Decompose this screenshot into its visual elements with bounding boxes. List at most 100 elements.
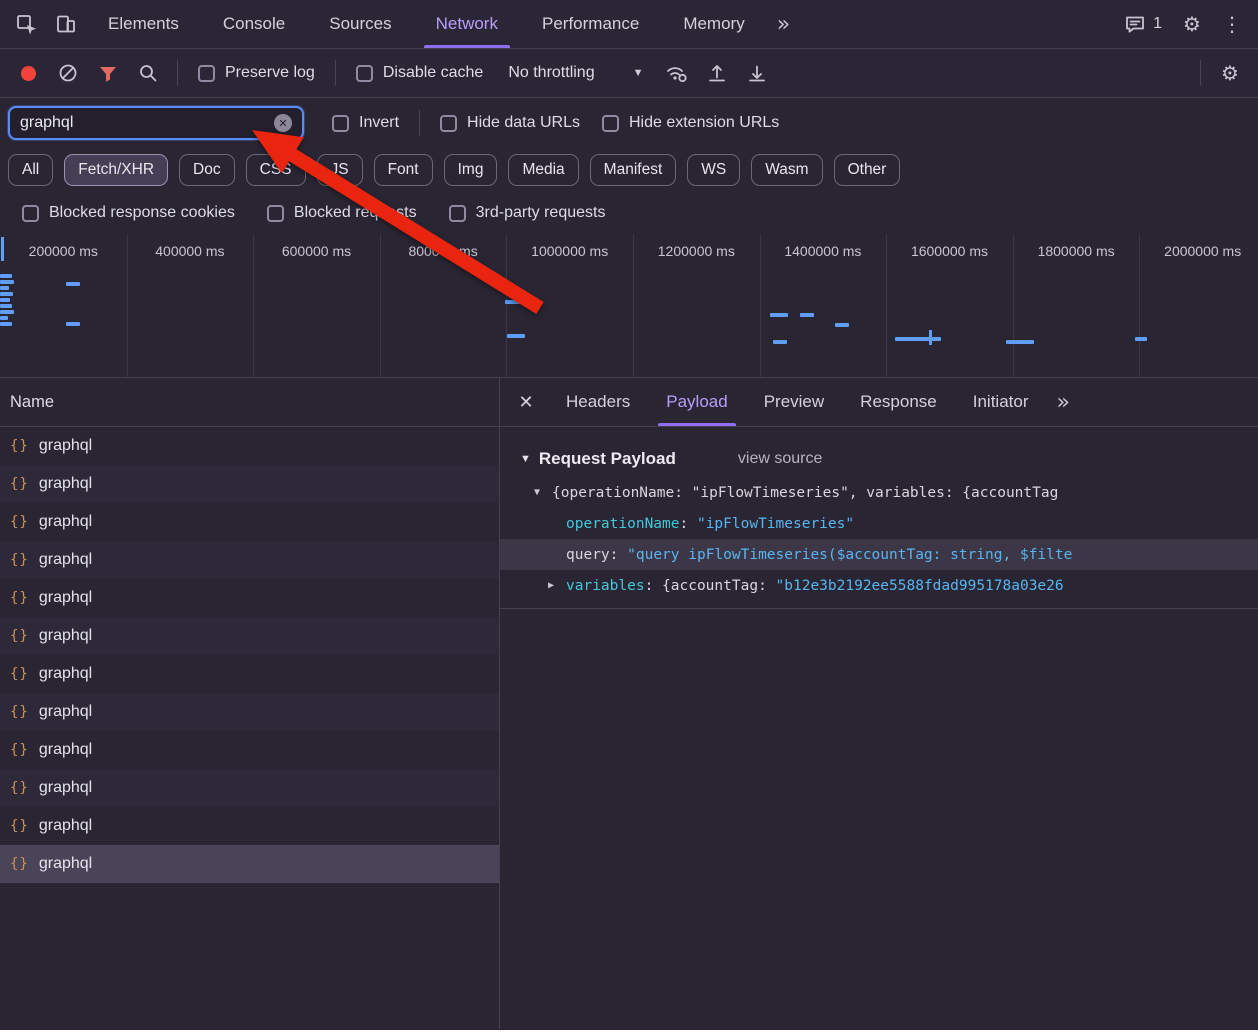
filter-chip-font[interactable]: Font bbox=[373, 154, 433, 186]
inspect-cursor-icon bbox=[17, 15, 36, 35]
detail-tab-initiator[interactable]: Initiator bbox=[955, 378, 1047, 426]
waterfall-bar[interactable] bbox=[835, 323, 849, 327]
waterfall-bar[interactable] bbox=[770, 313, 788, 317]
filter-chip-img[interactable]: Img bbox=[443, 154, 498, 186]
network-settings-gear-icon[interactable]: ⚙ bbox=[1210, 53, 1250, 93]
clear-filter-icon[interactable]: ✕ bbox=[274, 114, 292, 132]
filter-chip-ws[interactable]: WS bbox=[687, 154, 741, 186]
hide-data-urls-checkbox[interactable] bbox=[440, 114, 458, 132]
request-row[interactable]: {} graphql bbox=[0, 503, 499, 541]
tab-console[interactable]: Console bbox=[201, 0, 307, 48]
search-button[interactable] bbox=[128, 53, 168, 93]
fetch-xhr-icon: {} bbox=[10, 780, 29, 796]
request-row[interactable]: {} graphql bbox=[0, 807, 499, 845]
waterfall-bar[interactable] bbox=[1135, 337, 1147, 341]
waterfall-bar[interactable] bbox=[895, 337, 941, 341]
request-row[interactable]: {} graphql bbox=[0, 731, 499, 769]
more-detail-tabs-icon[interactable]: » bbox=[1046, 390, 1079, 415]
preserve-log-checkbox[interactable] bbox=[198, 64, 215, 82]
disable-cache-checkbox[interactable] bbox=[355, 64, 373, 82]
detail-tab-response[interactable]: Response bbox=[842, 378, 955, 426]
network-conditions-button[interactable] bbox=[657, 53, 697, 93]
tab-performance[interactable]: Performance bbox=[520, 0, 661, 48]
clear-button[interactable] bbox=[48, 53, 88, 93]
device-toolbar-button[interactable] bbox=[46, 4, 86, 44]
kebab-menu-icon[interactable]: ⋮ bbox=[1212, 4, 1252, 44]
network-overview-timeline[interactable]: 200000 ms 400000 ms 600000 ms 800000 ms 1000… bbox=[0, 234, 1258, 378]
request-row[interactable]: {} graphql bbox=[0, 579, 499, 617]
waterfall-bar[interactable] bbox=[773, 340, 787, 344]
name-column-header[interactable]: Name bbox=[0, 378, 499, 427]
inspect-element-button[interactable] bbox=[6, 4, 46, 44]
filter-toggle-button[interactable] bbox=[88, 53, 128, 93]
expander-icon[interactable]: ▼ bbox=[534, 487, 552, 498]
fetch-xhr-icon: {} bbox=[10, 552, 29, 568]
filter-input[interactable]: graphql ✕ bbox=[8, 106, 304, 140]
devtools-tabbar: Elements Console Sources Network Performance… bbox=[0, 0, 1258, 49]
waterfall-bar[interactable] bbox=[0, 310, 14, 314]
tab-memory[interactable]: Memory bbox=[661, 0, 766, 48]
waterfall-bar[interactable] bbox=[507, 334, 525, 338]
request-name: graphql bbox=[38, 817, 93, 834]
waterfall-bar[interactable] bbox=[1006, 340, 1034, 344]
waterfall-bar[interactable] bbox=[0, 280, 14, 284]
tab-sources[interactable]: Sources bbox=[307, 0, 413, 48]
waterfall-bar[interactable] bbox=[0, 274, 12, 278]
tab-network[interactable]: Network bbox=[414, 0, 520, 48]
waterfall-bar[interactable] bbox=[800, 313, 814, 317]
detail-tab-payload[interactable]: Payload bbox=[648, 378, 745, 426]
request-row[interactable]: {} graphql bbox=[0, 655, 499, 693]
request-row[interactable]: {} graphql bbox=[0, 693, 499, 731]
detail-tab-preview[interactable]: Preview bbox=[746, 378, 842, 426]
third-party-checkbox[interactable] bbox=[448, 204, 466, 222]
waterfall-bar[interactable] bbox=[0, 316, 8, 320]
filter-chip-css[interactable]: CSS bbox=[245, 154, 306, 186]
expander-icon[interactable]: ▶ bbox=[548, 580, 566, 591]
filter-chip-media[interactable]: Media bbox=[508, 154, 579, 186]
upload-icon bbox=[709, 65, 726, 82]
request-row[interactable]: {} graphql bbox=[0, 427, 499, 465]
filter-chip-wasm[interactable]: Wasm bbox=[751, 154, 823, 186]
close-details-icon[interactable]: ✕ bbox=[504, 392, 548, 413]
filter-chip-doc[interactable]: Doc bbox=[179, 154, 235, 186]
waterfall-bar[interactable] bbox=[66, 322, 80, 326]
collapse-triangle-icon[interactable]: ▼ bbox=[520, 453, 531, 465]
request-row[interactable]: {} graphql bbox=[0, 541, 499, 579]
export-har-button[interactable] bbox=[737, 53, 777, 93]
import-har-button[interactable] bbox=[697, 53, 737, 93]
record-button[interactable] bbox=[8, 53, 48, 93]
request-row[interactable]: {} graphql bbox=[0, 465, 499, 503]
waterfall-bar[interactable] bbox=[0, 298, 10, 302]
filter-chip-manifest[interactable]: Manifest bbox=[589, 154, 677, 186]
waterfall-bar[interactable] bbox=[0, 286, 9, 290]
request-row[interactable]: {} graphql bbox=[0, 769, 499, 807]
request-name: graphql bbox=[38, 741, 93, 758]
filter-chip-all[interactable]: All bbox=[8, 154, 54, 186]
tab-elements[interactable]: Elements bbox=[86, 0, 201, 48]
throttling-dropdown[interactable]: No throttling ▼ bbox=[508, 64, 643, 82]
waterfall-bar[interactable] bbox=[0, 304, 12, 308]
payload-line[interactable]: ▼ {operationName: "ipFlowTimeseries", var… bbox=[500, 477, 1258, 508]
detail-tab-headers[interactable]: Headers bbox=[548, 378, 648, 426]
more-tabs-icon[interactable]: » bbox=[767, 12, 800, 37]
settings-gear-icon[interactable]: ⚙ bbox=[1172, 4, 1212, 44]
invert-checkbox[interactable] bbox=[332, 114, 349, 132]
filter-chip-fetch-xhr[interactable]: Fetch/XHR bbox=[64, 154, 169, 186]
request-row[interactable]: {} graphql bbox=[0, 617, 499, 655]
feedback-button[interactable]: 1 bbox=[1114, 13, 1172, 35]
waterfall-bar[interactable] bbox=[0, 292, 13, 296]
hide-extension-urls-checkbox[interactable] bbox=[601, 114, 619, 132]
network-conditions-icon bbox=[667, 67, 688, 83]
waterfall-bar[interactable] bbox=[505, 300, 521, 304]
waterfall-bar[interactable] bbox=[66, 282, 80, 286]
payload-line[interactable]: operationName: "ipFlowTimeseries" bbox=[500, 508, 1258, 539]
waterfall-bar[interactable] bbox=[0, 322, 12, 326]
blocked-requests-checkbox[interactable] bbox=[266, 204, 284, 222]
blocked-cookies-checkbox[interactable] bbox=[22, 204, 39, 222]
filter-chip-js[interactable]: JS bbox=[316, 154, 363, 186]
payload-line[interactable]: ▶ variables: {accountTag: "b12e3b2192ee55… bbox=[500, 570, 1258, 601]
request-row[interactable]: {} graphql bbox=[0, 845, 499, 883]
view-source-link[interactable]: view source bbox=[738, 450, 822, 468]
payload-line[interactable]: query: "query ipFlowTimeseries($accountT… bbox=[500, 539, 1258, 570]
filter-chip-other[interactable]: Other bbox=[833, 154, 901, 186]
